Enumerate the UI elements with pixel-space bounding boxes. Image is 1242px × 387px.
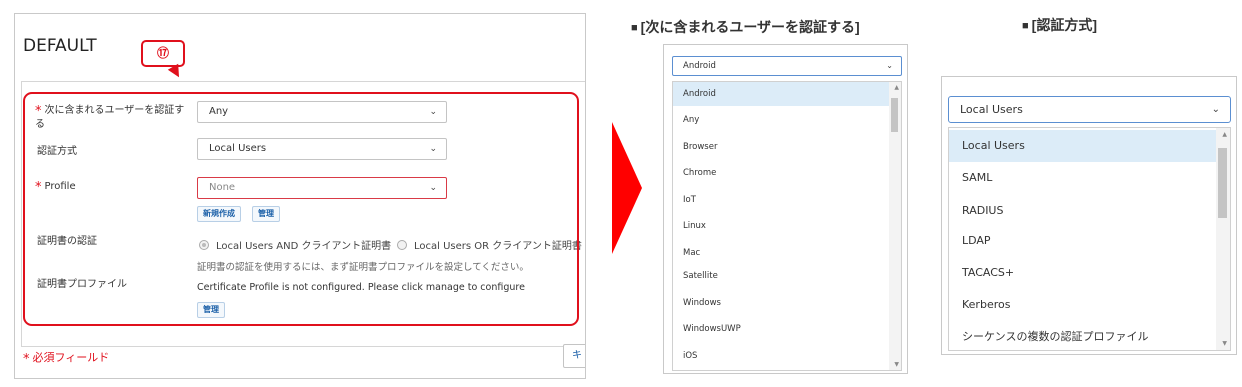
auth-method-options-list: Local Users SAML RADIUS LDAP TACACS+ Ker… [948,127,1231,351]
list-item[interactable]: IoT [673,188,889,212]
list-item[interactable]: Android [673,82,889,106]
arrow-right-icon [612,122,642,254]
list-item[interactable]: Any [673,108,889,132]
chevron-down-icon: ⌄ [886,61,893,70]
list-item[interactable]: Windows [673,291,889,315]
list-item[interactable]: TACACS+ [949,257,1216,289]
auth-rule-dialog: DEFAULT * 次に含まれるユーザーを認証する Any ⌄ 認証方式 Loca… [14,13,586,379]
list-item[interactable]: Satellite [673,264,889,288]
scrollbar[interactable]: ▲ ▼ [1216,128,1230,350]
list-item[interactable]: Chrome [673,161,889,185]
list-item[interactable]: Browser [673,135,889,159]
list-item[interactable]: Linux [673,214,889,238]
step-callout: ⑰ [141,40,185,67]
required-note: * 必須フィールド [23,351,110,367]
scroll-up-icon[interactable]: ▲ [894,84,899,91]
list-item[interactable]: RADIUS [949,195,1216,227]
auth-method-dropdown-panel: Local Users ⌄ Local Users SAML RADIUS LD… [941,76,1237,355]
list-item[interactable]: Local Users [949,130,1216,162]
list-item[interactable]: SAML [949,162,1216,194]
list-item[interactable]: LDAP [949,225,1216,257]
list-item[interactable]: Mac [673,241,889,265]
list-item[interactable]: iOS [673,344,889,368]
chevron-down-icon: ⌄ [1211,104,1220,115]
scroll-down-icon[interactable]: ▼ [894,361,899,368]
auth-method-select-open[interactable]: Local Users ⌄ [948,96,1231,123]
scroll-thumb[interactable] [891,98,898,132]
panel1-heading: ■ [次に含まれるユーザーを認証する] [631,19,860,35]
os-select[interactable]: Android ⌄ [672,56,902,76]
os-dropdown-panel: Android ⌄ Android Any Browser Chrome IoT… [663,44,908,374]
highlight-outline [23,92,579,326]
scrollbar[interactable]: ▲ ▼ [889,82,901,370]
scroll-up-icon[interactable]: ▲ [1222,131,1227,138]
scroll-down-icon[interactable]: ▼ [1222,340,1227,347]
list-item[interactable]: WindowsUWP [673,317,889,341]
os-options-list: Android Any Browser Chrome IoT Linux Mac… [672,81,902,371]
list-item[interactable]: シーケンスの複数の認証プロファイル [949,321,1216,350]
panel2-heading: ■ [認証方式] [1022,17,1097,33]
scroll-thumb[interactable] [1218,148,1227,218]
footer-button[interactable]: キ [563,344,585,368]
dialog-title: DEFAULT [23,36,97,56]
list-item[interactable]: Kerberos [949,289,1216,321]
